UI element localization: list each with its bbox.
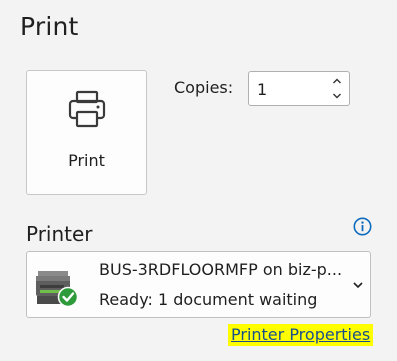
printer-heading: Printer	[26, 222, 93, 246]
page-title: Print	[20, 12, 79, 41]
printer-properties-link[interactable]: Printer Properties	[228, 324, 374, 346]
chevron-down-icon[interactable]	[330, 89, 344, 103]
chevron-up-icon[interactable]	[330, 74, 344, 88]
printer-icon	[68, 90, 106, 128]
info-icon[interactable]	[353, 217, 372, 236]
printer-select[interactable]: BUS-3RDFLOORMFP on biz-p... Ready: 1 doc…	[26, 251, 371, 318]
network-printer-ready-icon	[36, 271, 79, 308]
print-button-label: Print	[68, 151, 105, 170]
chevron-down-icon	[353, 282, 363, 289]
copies-label: Copies:	[174, 78, 234, 97]
copies-stepper[interactable]	[248, 71, 350, 106]
printer-status: Ready: 1 document waiting	[99, 290, 318, 309]
printer-name: BUS-3RDFLOORMFP on biz-p...	[99, 260, 343, 279]
copies-input[interactable]	[257, 78, 323, 100]
print-button[interactable]: Print	[26, 70, 147, 195]
